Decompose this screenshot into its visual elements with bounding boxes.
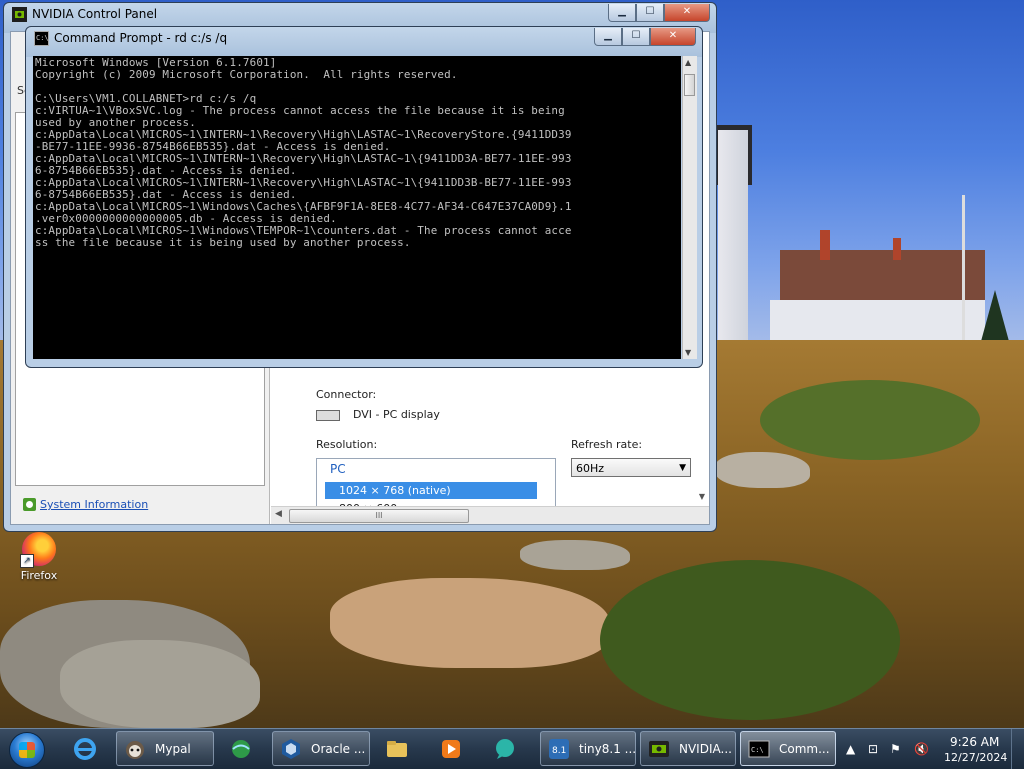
taskbar-command-prompt[interactable]: C:\ Comm... <box>740 731 836 766</box>
taskbar-nvidia[interactable]: NVIDIA... <box>640 731 736 766</box>
clock-date[interactable]: 12/27/2024 <box>944 751 1007 764</box>
resolution-item-selected[interactable]: 1024 × 768 (native) <box>325 482 537 499</box>
window-title: NVIDIA Control Panel <box>32 7 158 21</box>
wallpaper-rock <box>60 640 260 728</box>
system-information-link[interactable]: System Information <box>23 498 148 511</box>
taskbar-chat[interactable] <box>486 731 528 766</box>
wallpaper-flagpole <box>962 195 965 345</box>
taskbar-oracle-virtualbox[interactable]: Oracle ... <box>272 731 370 766</box>
window-title: Command Prompt - rd c:/s /q <box>54 31 228 45</box>
wallpaper-rock <box>715 452 810 488</box>
maximize-button[interactable]: ☐ <box>622 28 650 46</box>
maximize-button[interactable]: ☐ <box>636 4 664 22</box>
wallpaper-chimney <box>893 238 901 260</box>
connector-value: DVI - PC display <box>353 408 440 421</box>
scrollbar-thumb[interactable]: III <box>289 509 469 523</box>
dvi-display-icon <box>316 410 340 421</box>
minimize-button[interactable]: ▁ <box>608 4 636 22</box>
cmd-titlebar[interactable]: C:\ Command Prompt - rd c:/s /q ▁ ☐ ✕ <box>26 27 702 51</box>
scroll-down-arrow-icon[interactable]: ▼ <box>685 348 691 357</box>
desktop-icon-firefox[interactable]: ↗ Firefox <box>12 532 66 582</box>
close-button[interactable]: ✕ <box>664 4 710 22</box>
close-button[interactable]: ✕ <box>650 28 696 46</box>
mypal-icon <box>126 741 144 759</box>
scroll-left-arrow-icon[interactable]: ◀ <box>275 509 282 519</box>
console-text: Microsoft Windows [Version 6.1.7601] Cop… <box>35 56 572 249</box>
clock-time[interactable]: 9:26 AM <box>950 735 999 749</box>
horizontal-scrollbar[interactable]: ◀ III <box>271 506 709 524</box>
volume-muted-icon[interactable]: 🔇 <box>914 742 929 756</box>
scrollbar-thumb[interactable] <box>684 74 695 96</box>
wallpaper-chimney <box>820 230 830 260</box>
dropdown-arrow-icon: ▼ <box>679 463 686 473</box>
show-desktop-button[interactable] <box>1011 729 1024 769</box>
windows-logo-icon <box>9 732 45 768</box>
command-prompt-window: C:\ Command Prompt - rd c:/s /q ▁ ☐ ✕ Mi… <box>25 26 703 368</box>
wallpaper-rock <box>520 540 630 570</box>
start-button[interactable] <box>4 729 50 769</box>
desktop-icon-label: Firefox <box>20 569 58 582</box>
resolution-group-header: PC <box>330 462 346 476</box>
explorer-folder-icon <box>387 741 407 757</box>
resolution-label: Resolution: <box>316 438 378 451</box>
wallpaper-bush <box>760 380 980 460</box>
shortcut-arrow-icon: ↗ <box>20 554 34 568</box>
action-center-flag-icon[interactable]: ⚑ <box>890 742 901 756</box>
scroll-down-arrow-icon[interactable]: ▼ <box>699 492 705 501</box>
connector-label: Connector: <box>316 388 377 401</box>
taskbar-ie[interactable] <box>66 731 108 766</box>
refresh-rate-label: Refresh rate: <box>571 438 643 451</box>
chat-icon <box>496 739 514 759</box>
ie-icon <box>74 738 96 760</box>
minimize-button[interactable]: ▁ <box>594 28 622 46</box>
network-globe-icon <box>232 740 250 758</box>
nvidia-titlebar[interactable]: NVIDIA Control Panel ▁ ☐ ✕ <box>4 3 716 27</box>
taskbar-network[interactable] <box>222 731 264 766</box>
svg-text:C:\: C:\ <box>751 746 764 754</box>
taskbar-tiny81[interactable]: 8.1 tiny8.1 ... <box>540 731 636 766</box>
cmd-icon: C:\ <box>34 31 49 46</box>
refresh-rate-select[interactable]: 60Hz ▼ <box>571 458 691 477</box>
nvidia-icon <box>649 741 669 757</box>
tiny81-icon: 8.1 <box>549 739 569 759</box>
wallpaper-house-roof <box>780 250 985 305</box>
firefox-icon: ↗ <box>20 532 56 568</box>
wallpaper-bush <box>600 560 900 720</box>
taskbar-mypal[interactable]: Mypal <box>116 731 214 766</box>
virtualbox-icon <box>282 739 300 759</box>
console-output[interactable]: Microsoft Windows [Version 6.1.7601] Cop… <box>33 56 681 359</box>
media-player-icon <box>442 740 460 758</box>
network-icon[interactable]: ⊡ <box>868 742 878 756</box>
taskbar-media-player[interactable] <box>432 731 474 766</box>
taskbar-explorer[interactable] <box>378 731 420 766</box>
console-vertical-scrollbar[interactable]: ▲ ▼ <box>682 56 697 359</box>
nvidia-icon <box>12 7 27 22</box>
svg-text:8.1: 8.1 <box>552 746 566 756</box>
show-hidden-icons-icon[interactable]: ▲ <box>846 742 855 756</box>
system-information-icon <box>23 498 36 511</box>
wallpaper-rock <box>330 578 610 668</box>
system-tray: ▲ ⊡ ⚑ 🔇 9:26 AM 12/27/2024 <box>842 729 1024 769</box>
scroll-up-arrow-icon[interactable]: ▲ <box>685 58 691 67</box>
cmd-icon: C:\ <box>748 740 770 758</box>
wallpaper-lighthouse <box>718 130 748 350</box>
taskbar: Mypal Oracle ... 8.1 tiny8.1 ... NVIDIA.… <box>0 728 1024 769</box>
